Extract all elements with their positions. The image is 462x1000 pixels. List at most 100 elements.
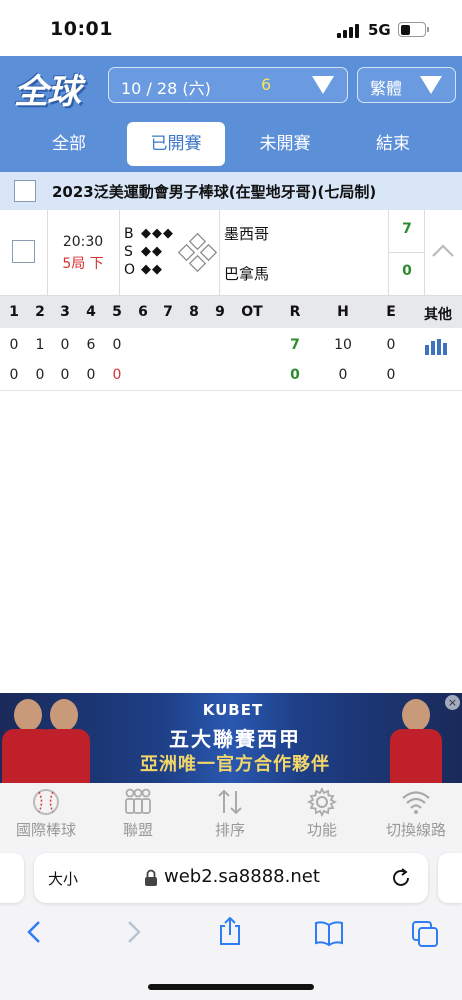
strikes-indicator: ◆◆ (141, 244, 163, 259)
home-team-name: 墨西哥 (224, 225, 270, 243)
balls-indicator: ◆◆◆ (141, 226, 174, 241)
nav-item-league[interactable]: 聯盟 (92, 783, 184, 845)
score-cell: 0 (9, 337, 19, 353)
date-label: 10 / 28 (六) (121, 79, 211, 98)
score-cell: 0 (86, 367, 96, 383)
game-row[interactable]: 20:30 5局 下 B S O ◆◆◆ ◆◆ ◆◆ 墨西哥 巴拿馬 7 0 (0, 210, 462, 296)
game-checkbox[interactable] (12, 240, 35, 263)
lock-icon (145, 869, 157, 886)
network-label: 5G (368, 21, 391, 39)
tab-all[interactable]: 全部 (20, 122, 118, 166)
nav-item-settings[interactable]: 功能 (276, 783, 368, 845)
chevron-down-icon (420, 76, 442, 94)
share-icon[interactable] (216, 915, 244, 947)
home-team-score: 7 (402, 221, 412, 237)
score-cell: 0 (60, 367, 70, 383)
inning-4-header: 4 (86, 304, 96, 320)
linescore-row-home: 0 1 0 6 0 7 10 0 (0, 330, 462, 360)
baseball-icon (33, 789, 59, 815)
runs-header: R (289, 304, 301, 320)
nav-label: 切換線路 (385, 821, 446, 839)
strikes-label: S (124, 244, 133, 260)
score-cell: 0 (35, 367, 45, 383)
inning-7-header: 7 (163, 304, 173, 320)
url-text: web2.sa8888.net (164, 866, 320, 887)
runs-cell: 0 (290, 367, 300, 383)
tab-finished[interactable]: 結束 (344, 122, 442, 166)
tab-not-started[interactable]: 未開賽 (236, 122, 334, 166)
collapse-chevron-icon[interactable] (430, 238, 456, 264)
sort-icon (218, 789, 242, 815)
app-header: 全球 10 / 28 (六) 6 繁體 (0, 56, 462, 116)
inning-5-header: 5 (112, 304, 122, 320)
next-tab-card[interactable] (438, 853, 462, 903)
back-icon[interactable] (24, 919, 46, 945)
nav-label: 聯盟 (122, 821, 153, 839)
reload-icon[interactable] (390, 867, 412, 889)
language-selector[interactable]: 繁體 (357, 67, 456, 103)
away-team-score: 0 (402, 263, 412, 279)
league-header: 2023泛美運動會男子棒球(在聖地牙哥)(七局制) (0, 172, 462, 210)
chevron-down-icon (312, 76, 334, 94)
score-cell: 0 (60, 337, 70, 353)
league-checkbox[interactable] (14, 180, 36, 202)
balls-label: B (124, 226, 134, 242)
hits-cell: 10 (334, 337, 352, 353)
status-bar: 10:01 5G (0, 0, 462, 56)
game-count: 6 (261, 75, 272, 94)
game-inning: 5局 下 (62, 256, 104, 272)
hits-header: H (337, 304, 349, 320)
date-selector[interactable]: 10 / 28 (六) 6 (108, 67, 348, 103)
outs-indicator: ◆◆ (141, 262, 163, 277)
status-tabs: 全部 已開賽 未開賽 結束 (0, 116, 462, 172)
league-name: 2023泛美運動會男子棒球(在聖地牙哥)(七局制) (52, 183, 377, 201)
nav-label: 國際棒球 (15, 821, 76, 839)
browser-toolbar: 大小 web2.sa8888.net (0, 845, 462, 1000)
inning-8-header: 8 (189, 304, 199, 320)
nav-item-sort[interactable]: 排序 (184, 783, 276, 845)
inning-3-header: 3 (60, 304, 70, 320)
tab-in-progress[interactable]: 已開賽 (127, 122, 225, 166)
clock: 10:01 (50, 18, 113, 40)
score-cell: 0 (9, 367, 19, 383)
other-header: 其他 (424, 307, 452, 323)
ad-banner[interactable]: KUBET 五大聯賽西甲 亞洲唯一官方合作夥伴 × (0, 693, 462, 783)
runs-cell: 7 (290, 337, 300, 353)
ad-headline: 五大聯賽西甲 (169, 727, 301, 751)
inning-1-header: 1 (9, 304, 19, 320)
inning-9-header: 9 (215, 304, 225, 320)
nav-item-switch-line[interactable]: 切換線路 (370, 783, 462, 845)
league-icon (125, 788, 151, 814)
nav-label: 功能 (306, 821, 337, 839)
game-time: 20:30 (62, 234, 104, 250)
hits-cell: 0 (338, 367, 348, 383)
nav-label: 排序 (214, 821, 245, 839)
signal-icon (337, 24, 361, 38)
inning-2-header: 2 (35, 304, 45, 320)
ad-subline: 亞洲唯一官方合作夥伴 (140, 754, 330, 775)
text-size-button[interactable]: 大小 (48, 868, 78, 889)
linescore-row-away: 0 0 0 0 0 0 0 0 (0, 360, 462, 390)
nav-item-baseball[interactable]: 國際棒球 (0, 783, 92, 845)
app-logo[interactable]: 全球 (14, 64, 81, 113)
score-cell: 0 (112, 337, 122, 353)
away-team-name: 巴拿馬 (224, 265, 270, 283)
stats-chart-icon[interactable] (425, 339, 449, 355)
gear-icon (307, 787, 337, 817)
close-icon[interactable]: × (445, 695, 460, 710)
prev-tab-card[interactable] (0, 853, 24, 903)
inning-6-header: 6 (138, 304, 148, 320)
bookmarks-icon[interactable] (313, 919, 345, 947)
score-cell: 6 (86, 337, 96, 353)
address-bar[interactable]: 大小 web2.sa8888.net (34, 853, 428, 903)
battery-icon (398, 22, 426, 37)
bottom-nav: 國際棒球 聯盟 排序 功能 切換線路 (0, 783, 462, 845)
tabs-icon[interactable] (410, 919, 440, 949)
player-image (390, 695, 442, 783)
forward-icon[interactable] (122, 919, 144, 945)
language-label: 繁體 (370, 79, 403, 98)
wifi-icon (402, 791, 430, 814)
base-diamond-icon (178, 233, 218, 273)
player-image (38, 695, 90, 783)
divider (0, 390, 462, 391)
